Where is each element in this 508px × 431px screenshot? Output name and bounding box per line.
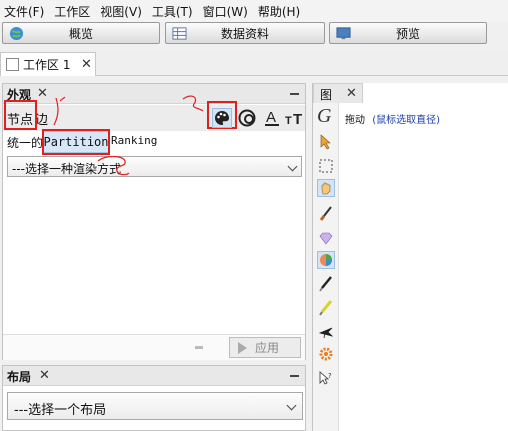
minus-icon	[195, 346, 203, 349]
menu-help[interactable]: 帮助(H)	[258, 2, 300, 21]
workspace-tab[interactable]: 工作区 1 ✕	[0, 52, 96, 76]
menu-file[interactable]: 文件(F)	[4, 2, 44, 21]
close-icon[interactable]: ✕	[39, 369, 50, 382]
mode-ranking[interactable]: Ranking	[111, 134, 157, 147]
workspace-tabbar: 工作区 1 ✕	[0, 50, 508, 76]
drag-hand-icon[interactable]	[317, 179, 335, 197]
layout-panel: 布局 ✕ ---选择一个布局	[2, 365, 306, 431]
label-color-icon[interactable]: A	[262, 108, 282, 128]
menu-tools[interactable]: 工具(T)	[152, 2, 193, 21]
layout-title: 布局	[7, 370, 32, 384]
workspace-tab-label: 工作区 1	[23, 58, 71, 72]
svg-text:T: T	[285, 115, 292, 127]
close-icon[interactable]: ✕	[346, 87, 357, 100]
annotation-box-partition	[42, 129, 110, 155]
annotation-box-nodes	[4, 100, 37, 130]
overview-button[interactable]: 概览	[2, 22, 160, 44]
menu-workspace[interactable]: 工作区	[54, 2, 90, 21]
monitor-icon	[336, 27, 351, 40]
layout-select[interactable]: ---选择一个布局	[7, 392, 303, 420]
appearance-panel: 外观 ✕ 节点 边 A TT 统一的 Partition Ranking ---…	[2, 83, 306, 360]
appearance-toolbar: 节点 边 A TT	[3, 95, 305, 131]
graph-header: 图 ✕	[313, 83, 363, 103]
size-icon[interactable]	[237, 108, 257, 128]
document-icon	[6, 58, 19, 71]
main-toolbar: 概览 数据资料 预览	[0, 22, 508, 46]
pointer-icon[interactable]	[317, 133, 335, 151]
overview-label: 概览	[68, 26, 93, 41]
play-icon	[238, 341, 247, 354]
graph-logo-icon: G	[316, 105, 336, 127]
airplane-icon[interactable]	[317, 323, 335, 341]
svg-text:T: T	[293, 111, 302, 127]
graph-panel: 图 ✕ G ? 拖动 (鼠标选取直径)	[312, 83, 508, 431]
annotation-mark	[53, 96, 66, 126]
preview-label: 预览	[395, 26, 420, 41]
minimize-icon[interactable]	[290, 375, 299, 377]
annotation-mark	[97, 155, 130, 176]
chevron-down-icon	[286, 400, 297, 411]
preview-button[interactable]: 预览	[329, 22, 487, 44]
close-icon[interactable]: ✕	[37, 87, 48, 100]
data-lab-label: 数据资料	[220, 26, 269, 41]
apply-label: 应用	[255, 341, 280, 355]
menu-bar: 文件(F) 工作区 视图(V) 工具(T) 窗口(W) 帮助(H)	[0, 0, 508, 22]
drag-hint-action: 拖动	[345, 115, 365, 126]
menu-window[interactable]: 窗口(W)	[203, 2, 248, 21]
highlighter-icon[interactable]	[317, 299, 335, 317]
chevron-down-icon	[287, 161, 298, 172]
menu-view[interactable]: 视图(V)	[100, 2, 142, 21]
svg-text:A: A	[266, 109, 276, 126]
drag-hint: 拖动 (鼠标选取直径)	[345, 111, 440, 126]
pointer-help-icon[interactable]: ?	[317, 369, 335, 387]
minimize-icon[interactable]	[290, 93, 299, 95]
palette-icon[interactable]	[212, 108, 232, 128]
apply-bar: 应用	[3, 334, 305, 360]
renderer-select[interactable]: ---选择一种渲染方式	[7, 156, 302, 177]
graph-tool-strip: G ?	[313, 103, 339, 431]
graph-title: 图	[320, 88, 333, 102]
data-lab-button[interactable]: 数据资料	[165, 22, 325, 44]
close-icon[interactable]: ✕	[81, 58, 92, 71]
table-icon	[172, 27, 187, 40]
diamond-icon[interactable]	[317, 229, 335, 247]
rectangle-select-icon[interactable]	[317, 157, 335, 175]
drag-hint-detail: (鼠标选取直径)	[372, 115, 440, 126]
svg-text:G: G	[317, 105, 332, 127]
layout-select-value: ---选择一个布局	[14, 403, 107, 418]
gear-icon[interactable]	[317, 345, 335, 363]
svg-text:?: ?	[328, 372, 332, 380]
annotation-mark	[182, 95, 204, 112]
brush-icon[interactable]	[317, 205, 335, 223]
label-size-icon[interactable]: TT	[285, 108, 305, 128]
pencil-icon[interactable]	[317, 275, 335, 293]
layout-header: 布局 ✕	[3, 366, 305, 386]
color-wheel-icon[interactable]	[317, 251, 335, 269]
mode-unique[interactable]: 统一的	[7, 134, 43, 151]
globe-icon	[9, 26, 24, 41]
apply-button[interactable]: 应用	[229, 337, 301, 358]
appearance-mode-row: 统一的 Partition Ranking	[3, 129, 305, 155]
